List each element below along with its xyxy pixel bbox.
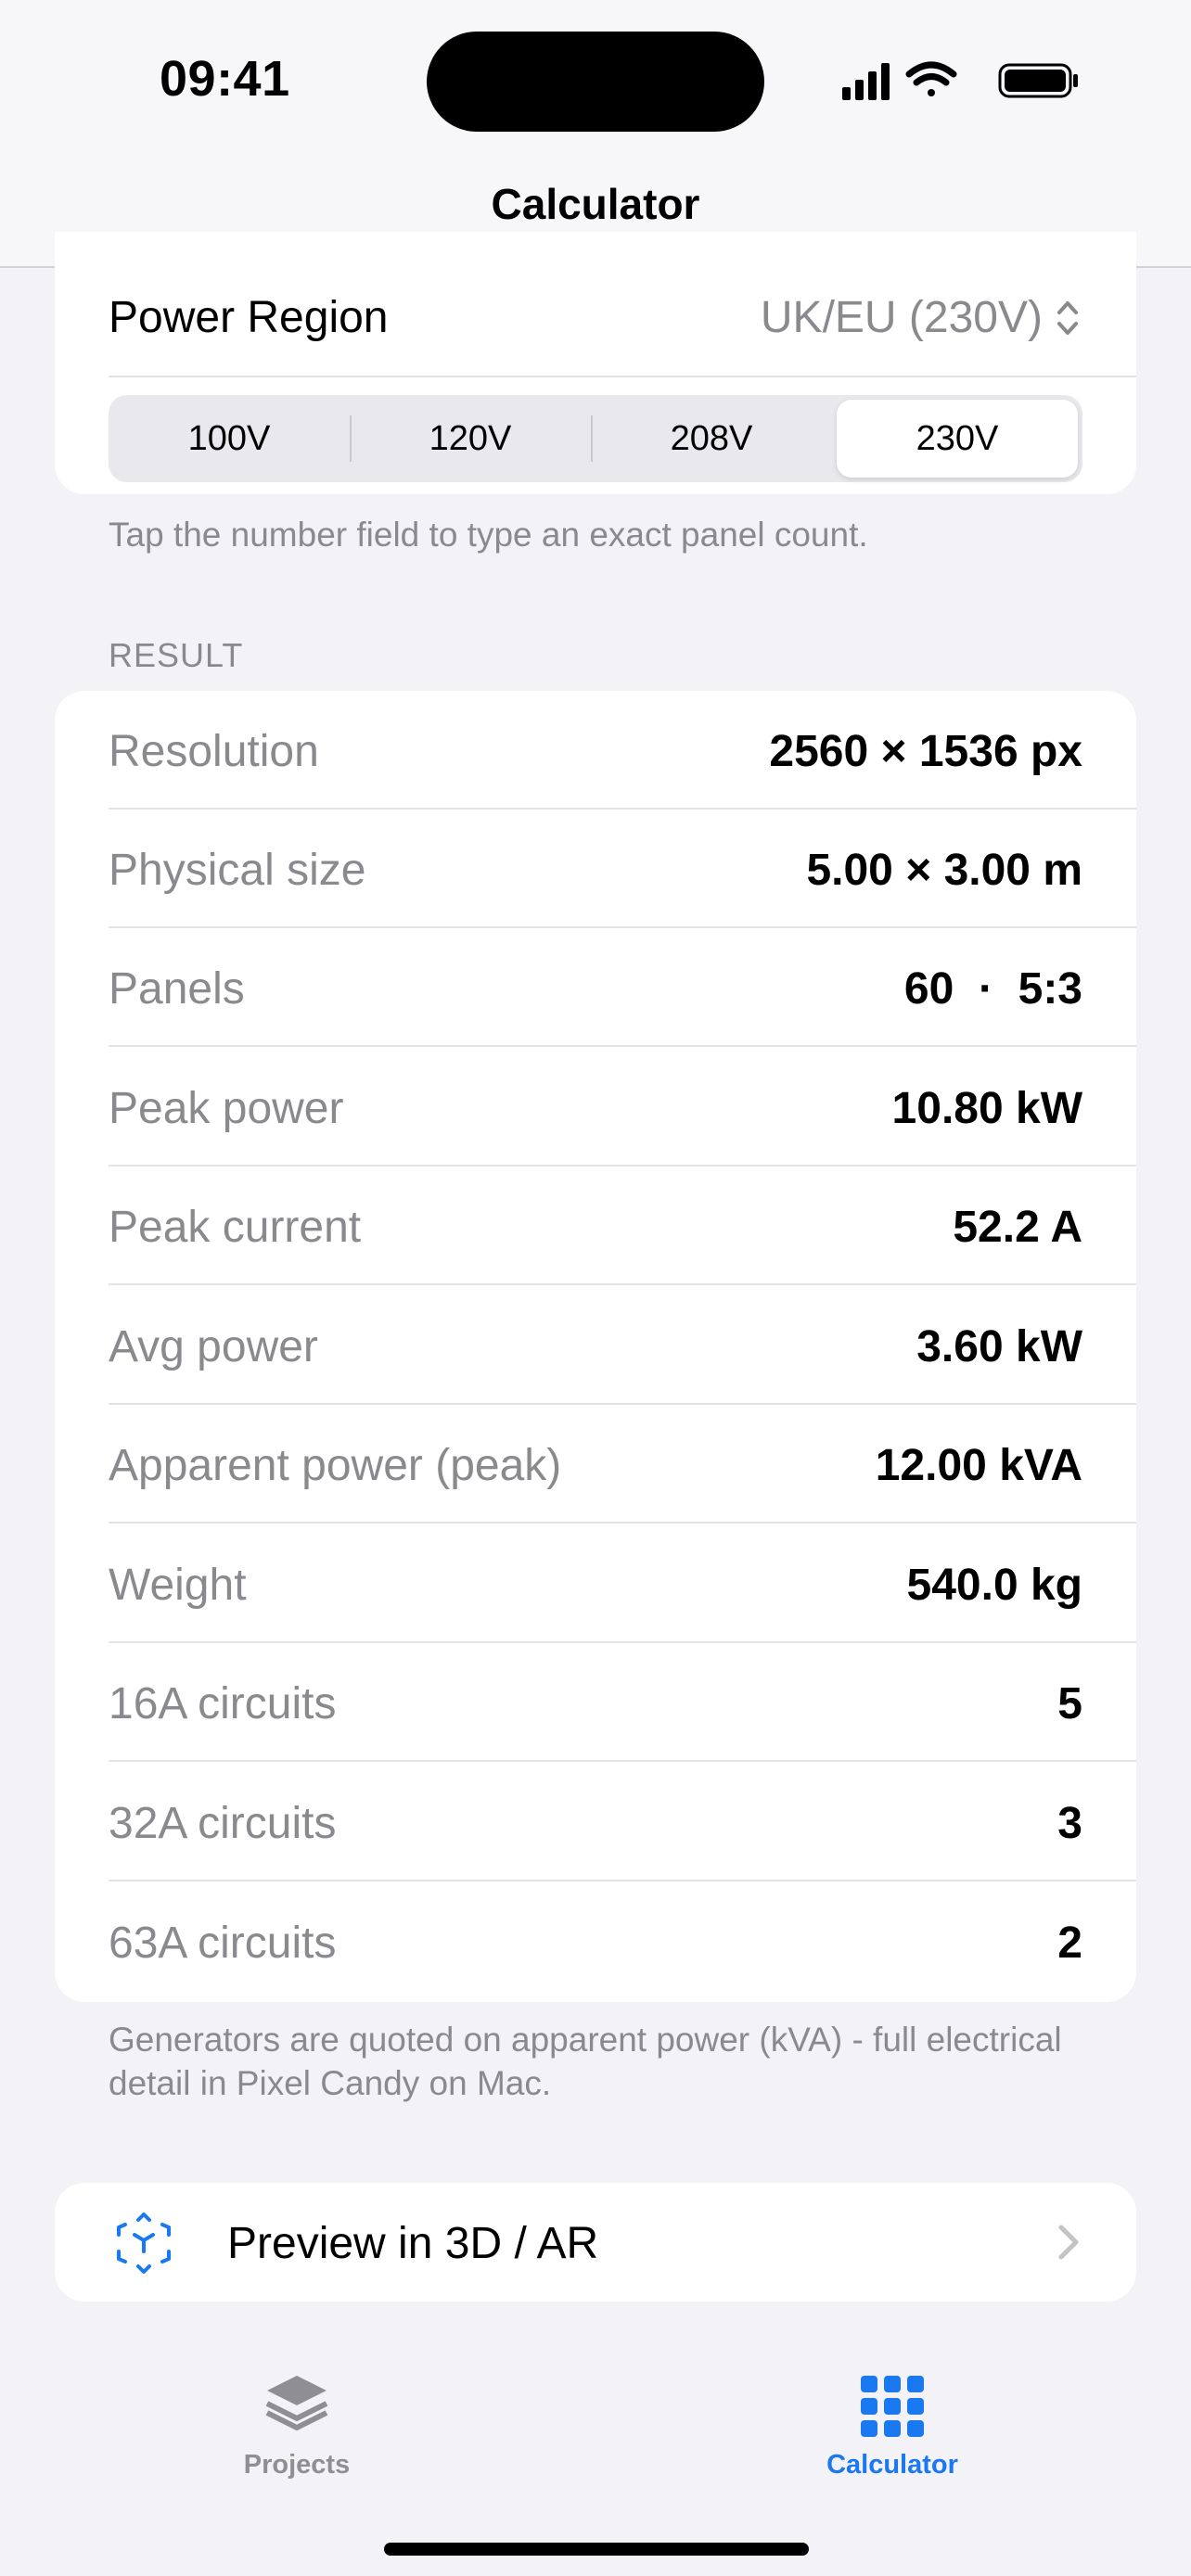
result-value: 52.2 A xyxy=(953,1203,1082,1252)
result-value: 3 xyxy=(1057,1799,1082,1848)
preview-label: Preview in 3D / AR xyxy=(227,2219,599,2268)
layers-icon xyxy=(265,2376,328,2430)
divider xyxy=(109,1522,1136,1524)
result-label: Panels xyxy=(109,964,245,1014)
segment-208v[interactable]: 208V xyxy=(591,395,832,482)
dynamic-island xyxy=(427,32,764,132)
power-region-label: Power Region xyxy=(109,293,389,342)
segment-120v[interactable]: 120V xyxy=(350,395,591,482)
cellular-signal-icon xyxy=(842,63,890,100)
battery-icon xyxy=(998,63,1078,98)
nav-title: Calculator xyxy=(491,180,700,228)
tab-label: Calculator xyxy=(826,2450,958,2480)
result-row-panels: Panels 60 · 5:3 xyxy=(109,928,1136,1047)
home-indicator xyxy=(384,2543,809,2556)
divider xyxy=(109,1880,1136,1881)
result-row-16a-circuits: 16A circuits 5 xyxy=(109,1643,1136,1762)
result-row-avg-power: Avg power 3.60 kW xyxy=(109,1286,1136,1405)
ar-cube-icon xyxy=(117,2213,171,2274)
power-region-value: UK/EU (230V) xyxy=(760,293,1043,342)
result-row-resolution: Resolution 2560 × 1536 px xyxy=(109,691,1136,810)
result-value: 10.80 kW xyxy=(891,1084,1082,1133)
result-row-63a-circuits: 63A circuits 2 xyxy=(109,1882,1136,2001)
result-row-physical-size: Physical size 5.00 × 3.00 m xyxy=(109,810,1136,928)
result-label: 32A circuits xyxy=(109,1799,337,1848)
result-value: 5 xyxy=(1057,1679,1082,1728)
result-label: 63A circuits xyxy=(109,1919,337,1968)
result-row-apparent-power: Apparent power (peak) 12.00 kVA xyxy=(109,1405,1136,1524)
result-value: 12.00 kVA xyxy=(875,1441,1082,1490)
result-value: 3.60 kW xyxy=(916,1322,1082,1371)
result-label: Physical size xyxy=(109,846,366,895)
power-region-picker[interactable]: UK/EU (230V) xyxy=(761,292,1080,343)
result-value: 2 xyxy=(1057,1919,1082,1968)
segment-100v[interactable]: 100V xyxy=(109,395,350,482)
result-label: Apparent power (peak) xyxy=(109,1441,562,1490)
tab-label: Projects xyxy=(243,2450,351,2480)
segment-230v[interactable]: 230V xyxy=(837,400,1078,478)
result-row-weight: Weight 540.0 kg xyxy=(109,1524,1136,1643)
result-value: 2560 × 1536 px xyxy=(769,727,1082,776)
result-label: Peak power xyxy=(109,1084,344,1133)
tab-projects[interactable]: Projects xyxy=(158,2370,436,2480)
status-time: 09:41 xyxy=(160,51,290,107)
power-region-hint: Tap the number field to type an exact pa… xyxy=(109,516,868,554)
result-value: 60 · 5:3 xyxy=(903,964,1082,1014)
wifi-icon xyxy=(905,61,957,96)
result-label: 16A circuits xyxy=(109,1679,337,1728)
result-label: Peak current xyxy=(109,1203,362,1252)
voltage-segmented-control[interactable]: 100V 120V 208V 230V xyxy=(109,395,1082,482)
result-value: 540.0 kg xyxy=(906,1561,1082,1610)
result-row-peak-current: Peak current 52.2 A xyxy=(109,1167,1136,1285)
result-label: Avg power xyxy=(109,1322,318,1371)
divider xyxy=(109,1760,1136,1762)
result-section-title: RESULT xyxy=(109,636,244,674)
chevron-up-down-icon xyxy=(1057,300,1078,335)
result-value: 5.00 × 3.00 m xyxy=(806,846,1082,895)
tab-calculator[interactable]: Calculator xyxy=(753,2370,1031,2480)
result-row-32a-circuits: 32A circuits 3 xyxy=(109,1763,1136,1881)
result-label: Weight xyxy=(109,1561,247,1610)
result-label: Resolution xyxy=(109,727,319,776)
divider xyxy=(109,1045,1136,1047)
result-row-peak-power: Peak power 10.80 kW xyxy=(109,1048,1136,1167)
chevron-right-icon xyxy=(1058,2225,1079,2260)
grid-icon xyxy=(861,2376,924,2437)
result-footer-note: Generators are quoted on apparent power … xyxy=(109,2021,1062,2102)
divider xyxy=(109,376,1136,377)
status-icons xyxy=(842,61,1078,100)
divider xyxy=(109,1283,1136,1285)
